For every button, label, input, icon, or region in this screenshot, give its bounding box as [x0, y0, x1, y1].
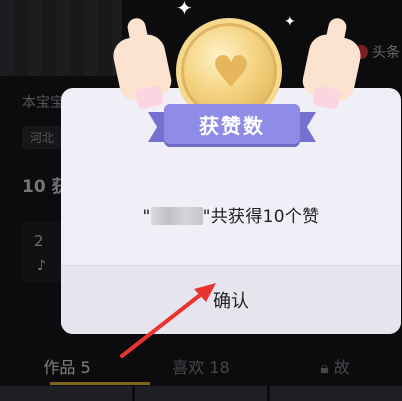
sparkle-icon: ✦	[284, 14, 296, 30]
ribbon-label: 获赞数	[199, 113, 265, 138]
medal-badge: ✦ ✦ ♥ 获赞数	[110, 0, 370, 160]
thumbs-up-icon	[300, 16, 364, 111]
heart-icon: ♥	[211, 47, 251, 98]
confirm-button[interactable]: 确认	[61, 266, 401, 334]
message-suffix: "共获得10个赞	[202, 207, 320, 227]
thumbs-up-icon	[110, 16, 174, 110]
sparkle-icon: ✦	[176, 0, 193, 20]
likes-message: " "共获得10个赞	[61, 202, 401, 227]
message-prefix: "	[142, 207, 151, 227]
ribbon-banner: 获赞数	[164, 104, 300, 144]
dialog-footer: 确认	[61, 266, 401, 334]
blurred-username	[150, 207, 203, 225]
